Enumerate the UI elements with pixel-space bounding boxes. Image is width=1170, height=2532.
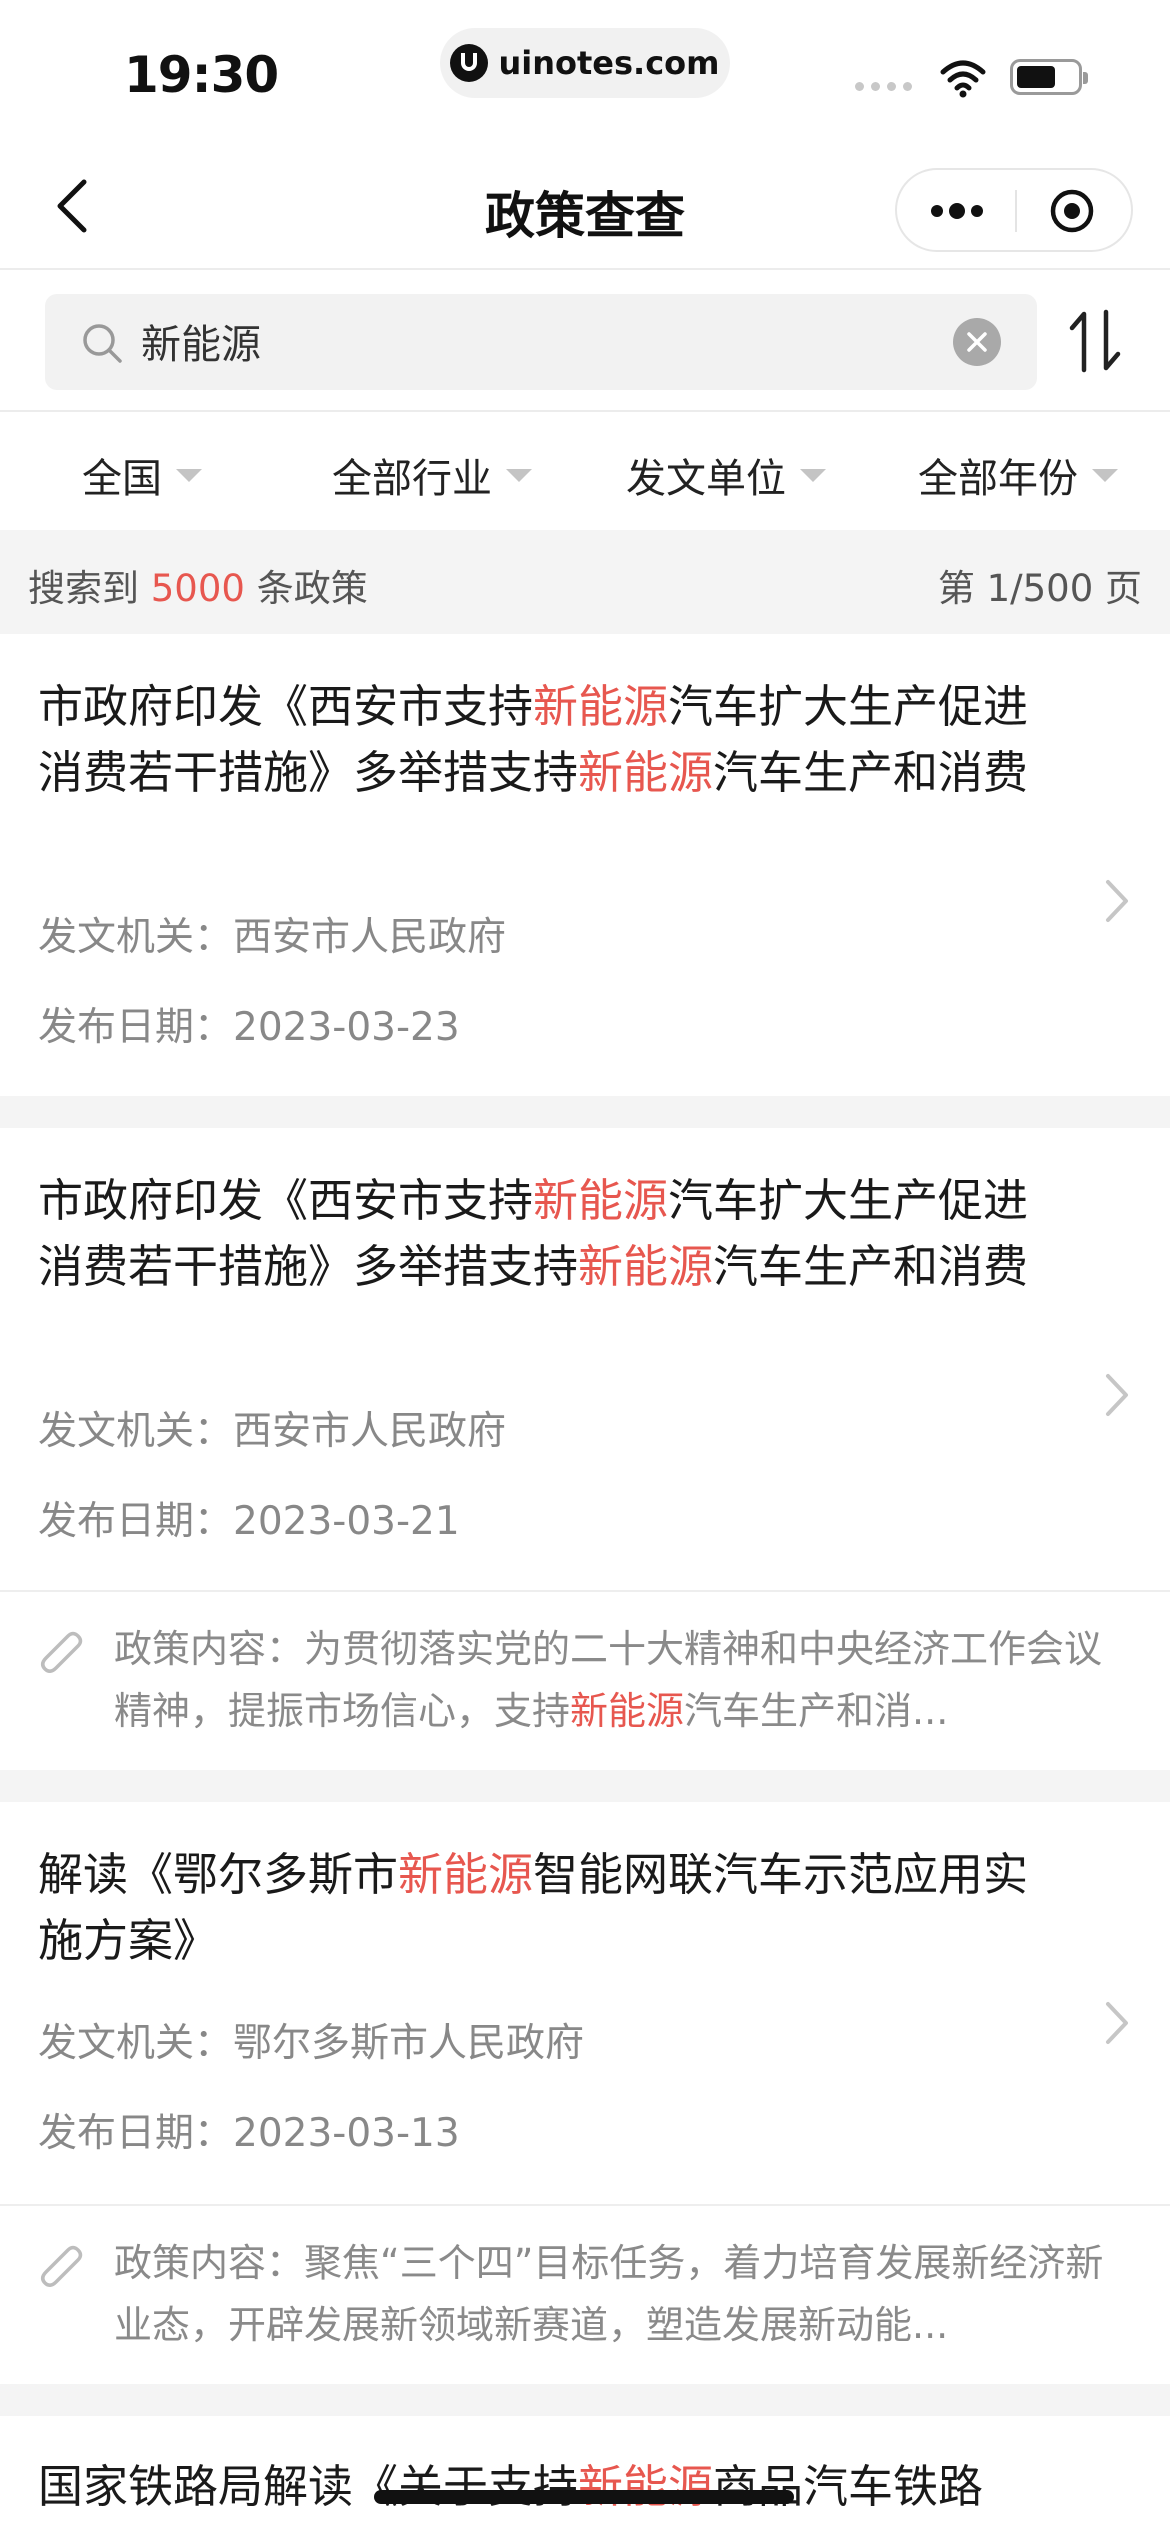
- policy-title: 国家铁路局解读《关于支持新能源商品汽车铁路: [38, 2460, 984, 2513]
- filter-label: 发文单位: [626, 456, 786, 502]
- filter-industry[interactable]: 全部行业: [332, 446, 532, 504]
- filter-issuer[interactable]: 发文单位: [626, 446, 826, 504]
- caret-down-icon: [1092, 468, 1118, 482]
- lock-icon: [450, 44, 489, 82]
- clear-icon[interactable]: [953, 318, 1001, 366]
- policy-excerpt[interactable]: 政策内容：为贯彻落实党的二十大精神和中央经济工作会议精神，提振市场信心，支持新能…: [0, 1590, 1170, 1770]
- policy-issuer: 发文机关：西安市人民政府: [38, 915, 507, 960]
- filter-label: 全部行业: [332, 456, 492, 502]
- policy-issuer: 发文机关：西安市人民政府: [38, 1409, 507, 1454]
- policy-card[interactable]: 解读《鄂尔多斯市新能源智能网联汽车示范应用实施方案》 发文机关：鄂尔多斯市人民政…: [0, 1802, 1170, 2204]
- more-dots-icon[interactable]: [927, 200, 987, 222]
- close-target-icon[interactable]: [1049, 188, 1095, 234]
- filter-region[interactable]: 全国: [82, 446, 202, 504]
- mini-program-capsule: [895, 168, 1133, 252]
- summary-suffix: 条政策: [256, 567, 368, 610]
- page-indicator: 第 1/500 页: [937, 567, 1142, 610]
- nav-bar: 政策查查: [0, 140, 1170, 270]
- wifi-icon: [940, 60, 986, 98]
- search-section: [0, 270, 1170, 412]
- sort-icon[interactable]: [1068, 308, 1124, 374]
- status-bar: 19:30 uinotes.com: [0, 0, 1170, 140]
- caret-down-icon: [176, 468, 202, 482]
- chevron-right-icon: [1106, 2002, 1128, 2044]
- home-indicator: [374, 2490, 794, 2504]
- search-input[interactable]: [141, 310, 921, 372]
- filter-label: 全部年份: [918, 456, 1078, 502]
- result-count: 5000: [150, 567, 245, 610]
- policy-issuer: 发文机关：鄂尔多斯市人民政府: [38, 2021, 585, 2066]
- cellular-signal-icon: [855, 82, 912, 91]
- policy-title: 市政府印发《西安市支持新能源汽车扩大生产促进消费若干措施》多举措支持新能源汽车生…: [38, 1174, 1029, 1293]
- search-icon: [83, 324, 122, 363]
- url-text: uinotes.com: [498, 44, 720, 82]
- chevron-right-icon: [1106, 1374, 1128, 1416]
- policy-card[interactable]: 国家铁路局解读《关于支持新能源商品汽车铁路: [0, 2416, 1170, 2532]
- excerpt-text: 政策内容：聚焦“三个四”目标任务，着力培育发展新经济新业态，开辟发展新领域新赛道…: [114, 2241, 1104, 2347]
- policy-card[interactable]: 市政府印发《西安市支持新能源汽车扩大生产促进消费若干措施》多举措支持新能源汽车生…: [0, 1128, 1170, 1590]
- search-box[interactable]: [45, 294, 1037, 390]
- filter-year[interactable]: 全部年份: [918, 446, 1118, 504]
- result-count-text: 搜索到 5000 条政策: [28, 558, 368, 612]
- policy-card[interactable]: 市政府印发《西安市支持新能源汽车扩大生产促进消费若干措施》多举措支持新能源汽车生…: [0, 634, 1170, 1096]
- policy-excerpt[interactable]: 政策内容：聚焦“三个四”目标任务，着力培育发展新经济新业态，开辟发展新领域新赛道…: [0, 2204, 1170, 2384]
- result-summary: 搜索到 5000 条政策 第 1/500 页: [0, 530, 1170, 634]
- summary-prefix: 搜索到: [28, 567, 139, 610]
- chevron-right-icon: [1106, 880, 1128, 922]
- status-time: 19:30: [124, 46, 279, 104]
- excerpt-text: 政策内容：为贯彻落实党的二十大精神和中央经济工作会议精神，提振市场信心，支持新能…: [114, 1627, 1103, 1733]
- filter-bar: 全国 全部行业 发文单位 全部年份: [0, 412, 1170, 530]
- policy-title: 市政府印发《西安市支持新能源汽车扩大生产促进消费若干措施》多举措支持新能源汽车生…: [38, 680, 1029, 799]
- policy-title: 解读《鄂尔多斯市新能源智能网联汽车示范应用实施方案》: [38, 1848, 1029, 1967]
- paperclip-icon: [41, 2245, 83, 2287]
- capsule-divider: [1015, 190, 1017, 232]
- policy-date: 发布日期：2023-03-21: [38, 1499, 460, 1544]
- policy-date: 发布日期：2023-03-23: [38, 1005, 460, 1050]
- url-pill[interactable]: uinotes.com: [440, 28, 730, 98]
- filter-label: 全国: [82, 456, 162, 502]
- battery-icon: [1010, 59, 1088, 95]
- caret-down-icon: [800, 468, 826, 482]
- caret-down-icon: [506, 468, 532, 482]
- policy-date: 发布日期：2023-03-13: [38, 2111, 460, 2156]
- paperclip-icon: [41, 1631, 83, 1673]
